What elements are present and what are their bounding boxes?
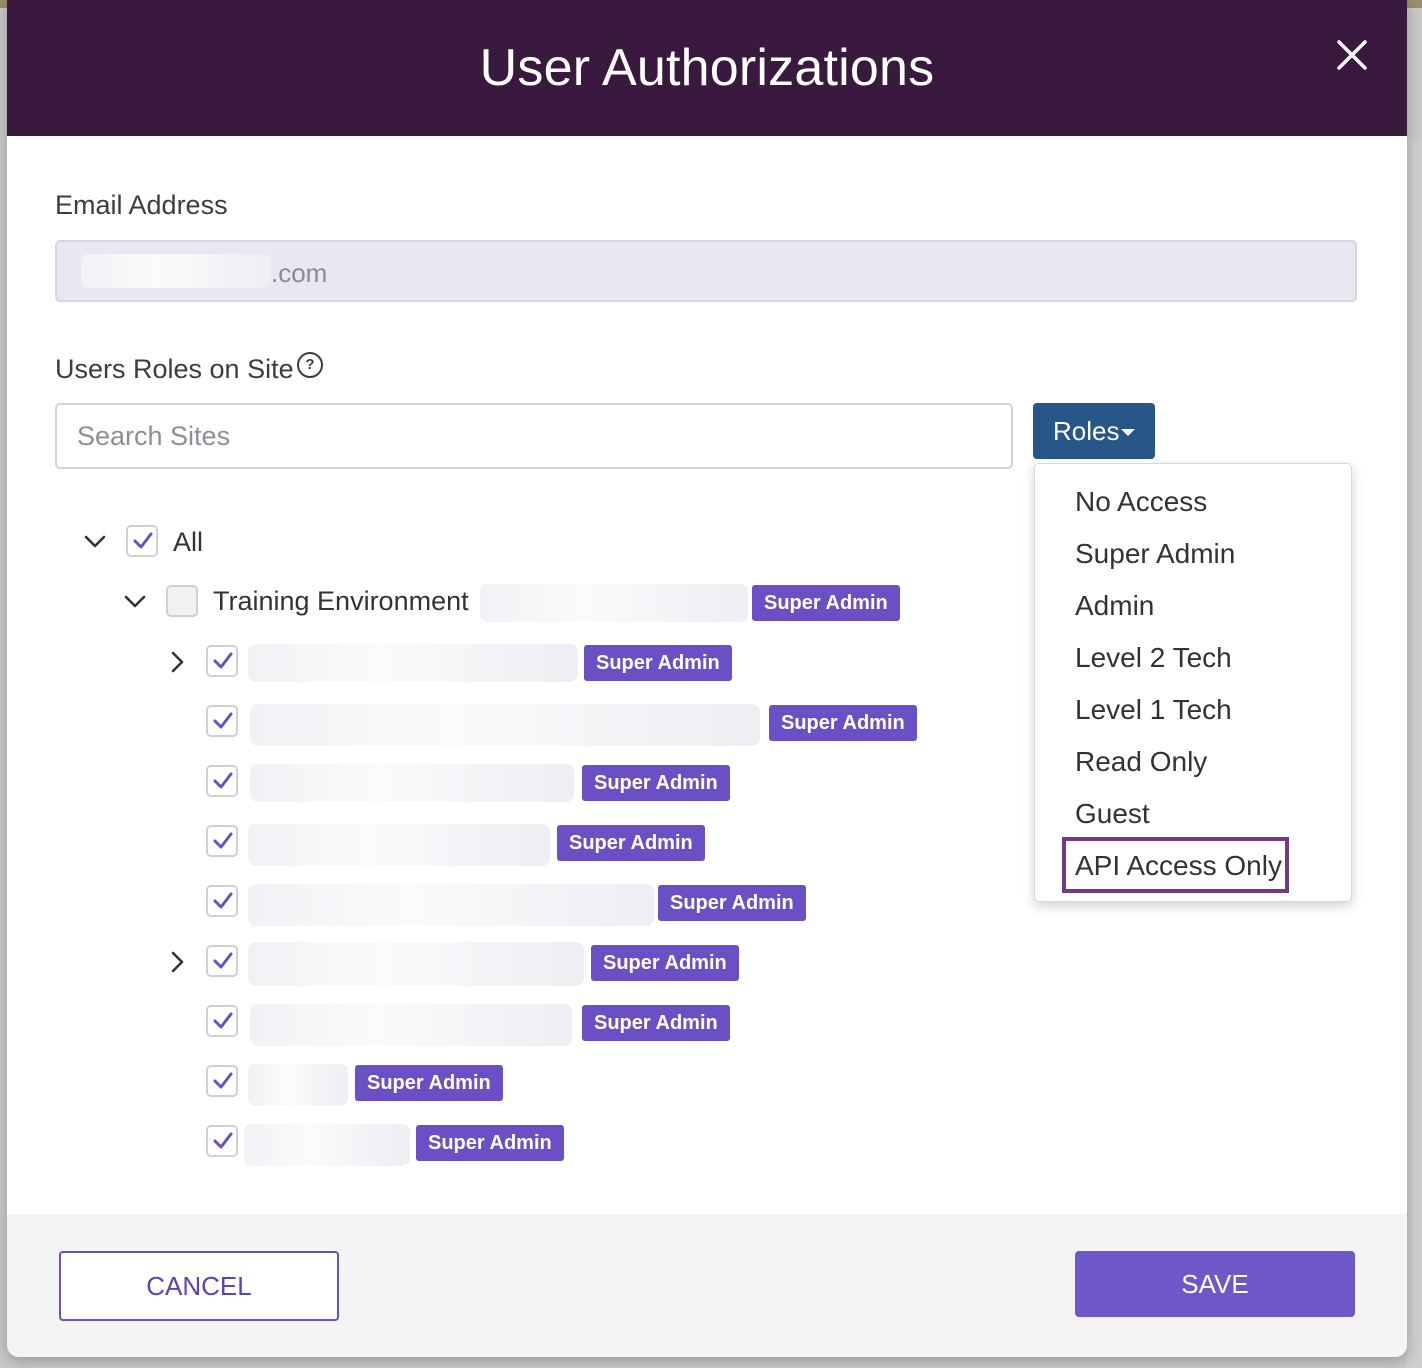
role-option-no-access[interactable]: No Access	[1075, 486, 1207, 518]
site-row: Super Admin	[165, 642, 965, 682]
tree-label-training-environment: Training Environment	[213, 586, 469, 616]
site-row: Super Admin	[165, 822, 965, 866]
redacted-site-name	[248, 884, 654, 926]
roles-dropdown-menu: No Access Super Admin Admin Level 2 Tech…	[1034, 463, 1352, 902]
redacted-email	[81, 254, 271, 288]
site-checkbox[interactable]	[206, 1005, 238, 1037]
role-badge: Super Admin	[769, 705, 917, 741]
modal-header: User Authorizations	[7, 0, 1407, 136]
site-checkbox[interactable]	[206, 705, 238, 737]
modal-footer: CANCEL SAVE	[7, 1214, 1407, 1357]
cancel-button[interactable]: CANCEL	[59, 1251, 339, 1321]
site-row: Super Admin	[165, 942, 965, 986]
chevron-right-icon[interactable]	[165, 950, 189, 974]
save-button[interactable]: SAVE	[1075, 1251, 1355, 1317]
redacted-site-name	[248, 644, 578, 682]
redacted-site-name	[250, 704, 760, 746]
role-option-super-admin[interactable]: Super Admin	[1075, 538, 1235, 570]
close-icon[interactable]	[1333, 36, 1371, 74]
role-badge: Super Admin	[355, 1065, 503, 1101]
site-row: Super Admin	[165, 1122, 965, 1166]
role-badge: Super Admin	[658, 885, 806, 921]
redacted-site-name	[248, 824, 550, 866]
site-checkbox[interactable]	[206, 1065, 238, 1097]
roles-button-label: Roles	[1053, 416, 1120, 446]
roles-section-label: Users Roles on Site	[55, 354, 294, 384]
role-badge: Super Admin	[557, 825, 705, 861]
site-checkbox[interactable]	[206, 885, 238, 917]
site-row: Super Admin	[165, 882, 965, 926]
tree-row-training-environment: Training Environment Super Admin	[123, 582, 923, 622]
role-option-level-1-tech[interactable]: Level 1 Tech	[1075, 694, 1232, 726]
site-row: Super Admin	[165, 1002, 965, 1046]
role-badge: Super Admin	[582, 1005, 730, 1041]
chevron-down-icon[interactable]	[123, 590, 147, 614]
role-badge: Super Admin	[752, 585, 900, 621]
tree-row-all: All	[83, 522, 283, 562]
site-checkbox[interactable]	[206, 945, 238, 977]
email-label: Email Address	[55, 190, 228, 220]
user-authorizations-modal: User Authorizations Email Address .com U…	[7, 0, 1407, 1357]
role-option-level-2-tech[interactable]: Level 2 Tech	[1075, 642, 1232, 674]
email-value: .com	[271, 258, 328, 288]
role-option-guest[interactable]: Guest	[1075, 798, 1150, 830]
site-row: Super Admin	[165, 702, 965, 746]
role-badge: Super Admin	[584, 645, 732, 681]
role-option-read-only[interactable]: Read Only	[1075, 746, 1207, 778]
email-field: .com	[55, 240, 1357, 302]
checkbox-training-environment[interactable]	[166, 585, 198, 617]
site-row: Super Admin	[165, 762, 965, 802]
role-badge: Super Admin	[416, 1125, 564, 1161]
chevron-down-icon[interactable]	[83, 530, 107, 554]
chevron-right-icon[interactable]	[165, 650, 189, 674]
redacted-site-name	[250, 764, 574, 802]
site-checkbox[interactable]	[206, 765, 238, 797]
checkbox-all[interactable]	[126, 525, 158, 557]
backdrop-edge	[1407, 140, 1422, 1368]
tree-label-all: All	[173, 527, 204, 557]
redacted-site-name	[250, 1004, 572, 1046]
role-option-api-access-only[interactable]: API Access Only	[1075, 850, 1282, 882]
site-checkbox[interactable]	[206, 1125, 238, 1157]
role-badge: Super Admin	[582, 765, 730, 801]
search-sites-input[interactable]	[55, 403, 1013, 469]
role-option-admin[interactable]: Admin	[1075, 590, 1154, 622]
role-badge: Super Admin	[591, 945, 739, 981]
site-row: Super Admin	[165, 1062, 965, 1106]
redacted-site-name	[244, 1124, 410, 1166]
redacted-site-name	[248, 1064, 348, 1106]
redacted-site-name	[248, 942, 584, 986]
redacted-text	[480, 584, 748, 622]
modal-title: User Authorizations	[479, 39, 935, 97]
site-checkbox[interactable]	[206, 825, 238, 857]
question-circle-icon[interactable]: ?	[297, 352, 323, 378]
site-checkbox[interactable]	[206, 645, 238, 677]
caret-down-icon	[1121, 429, 1135, 436]
roles-dropdown-button[interactable]: Roles	[1033, 403, 1155, 459]
